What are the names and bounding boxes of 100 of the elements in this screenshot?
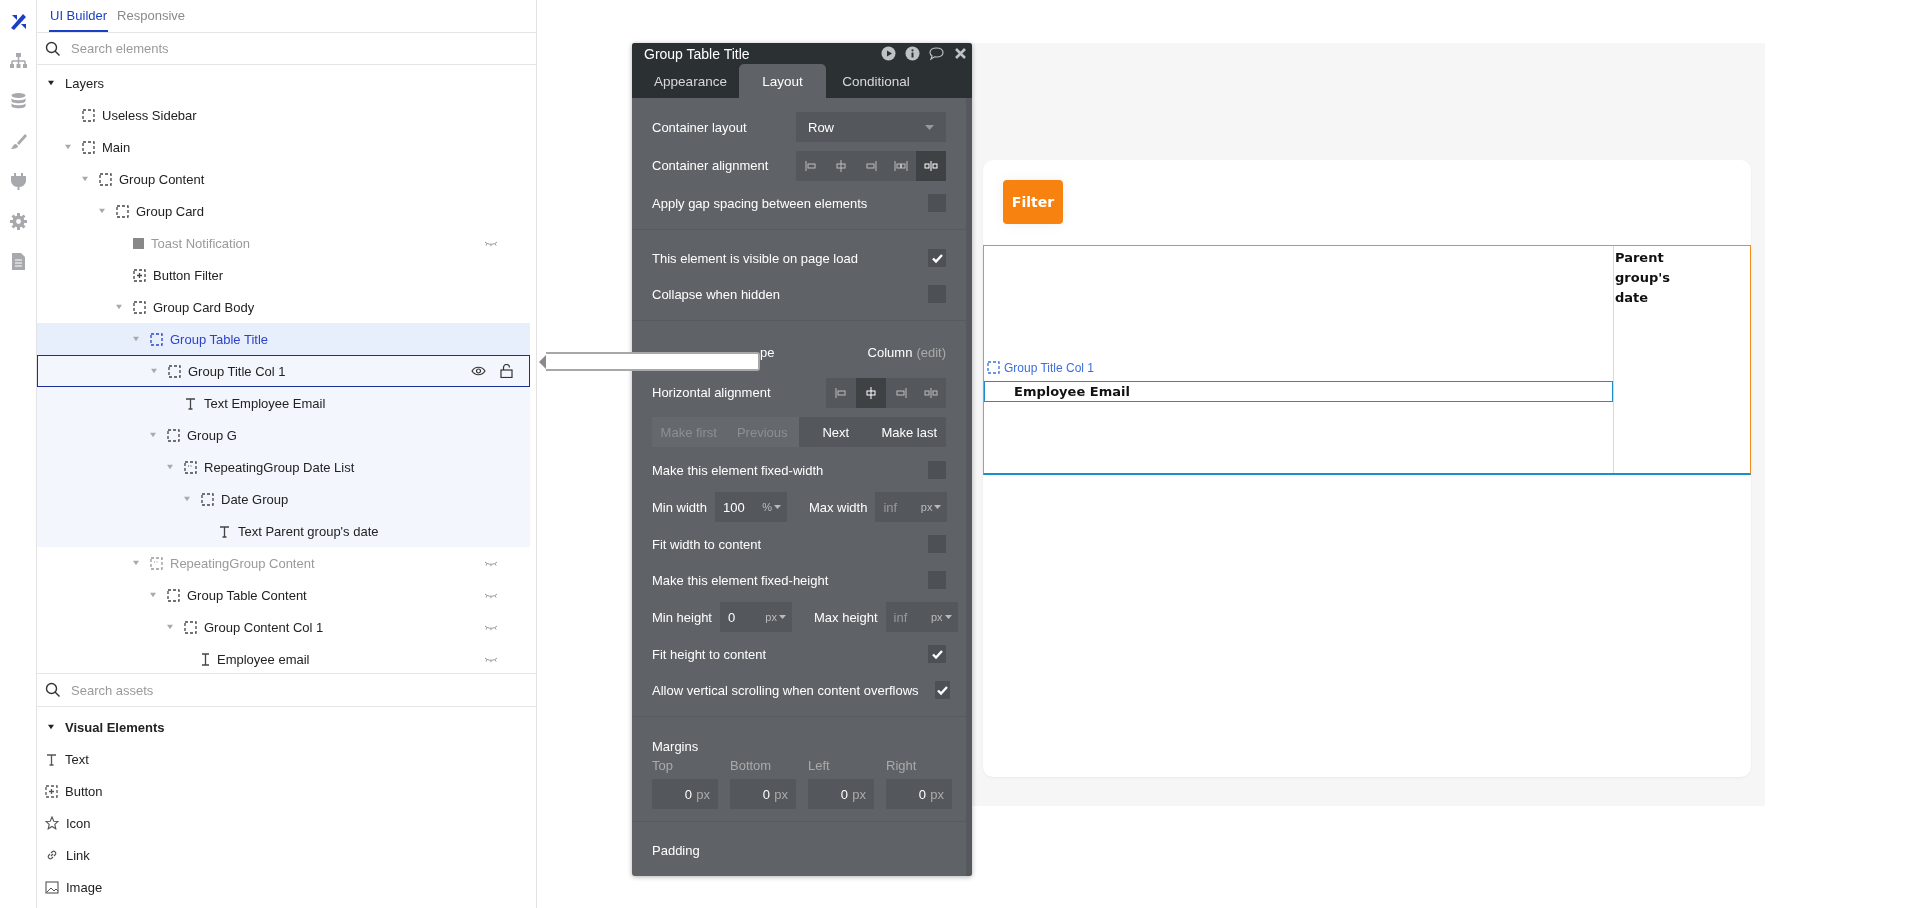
hierarchy-icon[interactable]	[8, 52, 28, 71]
checkbox[interactable]	[928, 249, 946, 267]
close-icon[interactable]	[953, 46, 968, 61]
editor-tab[interactable]: Appearance	[642, 64, 739, 98]
section-title: Padding	[652, 842, 700, 858]
unit-dropdown[interactable]: %	[762, 501, 781, 513]
checkbox-label: Fit height to content	[652, 646, 767, 662]
panel-tab[interactable]: UI Builder	[49, 0, 109, 32]
star-icon	[45, 816, 59, 830]
checkbox-label: Fit width to content	[652, 536, 762, 552]
search-icon	[45, 682, 61, 698]
layer-item[interactable]: Group Table Content	[37, 579, 530, 611]
layer-item[interactable]: Main	[37, 131, 530, 163]
text-cursor-icon	[201, 652, 210, 666]
eye-icon	[471, 366, 486, 376]
alignment-button[interactable]	[916, 150, 946, 181]
design-tools-icon[interactable]	[8, 12, 28, 31]
unit-dropdown[interactable]: px	[765, 611, 786, 623]
eye-closed-icon[interactable]	[484, 623, 498, 631]
layer-item[interactable]: Useless Sidebar	[37, 99, 530, 131]
image-icon	[45, 880, 59, 894]
checkbox[interactable]	[934, 681, 950, 699]
panel-title: Group Table Title	[644, 45, 751, 62]
alignment-icon	[894, 385, 908, 400]
play-icon[interactable]	[881, 46, 896, 61]
editor-tab[interactable]: Layout	[739, 64, 826, 98]
text-icon	[45, 752, 58, 766]
eye-closed-icon[interactable]	[484, 591, 498, 599]
layer-item[interactable]: Text Parent group's date	[37, 515, 530, 547]
layer-item[interactable]: Group Card Body	[37, 291, 530, 323]
unlocked-icon	[500, 364, 513, 378]
alignment-icon	[894, 158, 908, 173]
asset-item[interactable]: Text	[65, 751, 89, 767]
field-label: Bottom	[730, 758, 773, 773]
eye-closed-icon[interactable]	[484, 655, 498, 663]
checkbox[interactable]	[928, 645, 946, 663]
unit-label: px	[852, 787, 866, 802]
section-title: Layers	[65, 75, 105, 91]
panel-tab[interactable]: Responsive	[116, 0, 186, 32]
unit-label: px	[696, 787, 710, 802]
layer-item[interactable]: Button Filter	[37, 259, 530, 291]
eye-closed-icon[interactable]	[484, 559, 498, 567]
layer-item[interactable]: Employee email	[37, 643, 530, 673]
field-label: Max height	[814, 609, 878, 625]
checkbox-label: Allow vertical scrolling when content overflows	[652, 682, 919, 698]
field-label: Container layout	[652, 119, 747, 135]
repeating-group-icon	[184, 460, 197, 474]
layer-item[interactable]: Group G	[37, 419, 530, 451]
order-button[interactable]: Next	[799, 417, 873, 447]
checkbox-label: Collapse when hidden	[652, 286, 780, 302]
layer-item[interactable]: RepeatingGroup Date List	[37, 451, 530, 483]
table-header-group[interactable]: Group Title Col 1 Employee Email Parent group's date	[983, 245, 1751, 475]
eye-closed-icon[interactable]	[484, 239, 498, 247]
group-icon	[150, 332, 163, 346]
checkbox-label: Make this element fixed-height	[652, 572, 829, 588]
asset-item[interactable]: Button	[65, 783, 103, 799]
asset-item[interactable]: Icon	[66, 815, 91, 831]
repeating-group-icon	[150, 556, 163, 570]
triangle-icon[interactable]	[47, 724, 55, 730]
search-field[interactable]: Search assets	[69, 681, 536, 699]
editor-tab[interactable]: Conditional	[826, 64, 926, 98]
group-icon	[184, 620, 197, 634]
field-value: Column	[867, 344, 913, 360]
layer-item[interactable]: Text Employee Email	[37, 387, 530, 419]
layout-dropdown[interactable]: Row	[796, 112, 946, 142]
order-button[interactable]: Make last	[872, 417, 946, 447]
triangle-icon[interactable]	[47, 80, 55, 86]
plug-icon[interactable]	[8, 172, 28, 191]
search-field[interactable]: Search elements	[69, 40, 536, 57]
checkbox-label: This element is visible on page load	[652, 250, 858, 266]
field-label: Top	[652, 758, 674, 773]
asset-item[interactable]: Image	[66, 879, 103, 895]
alignment-button[interactable]	[856, 377, 886, 408]
brush-icon[interactable]	[8, 132, 28, 151]
info-icon[interactable]	[905, 46, 920, 61]
checkbox-label: Apply gap spacing between elements	[652, 195, 868, 211]
asset-item[interactable]: Link	[66, 847, 90, 863]
unit-dropdown[interactable]: px	[920, 501, 942, 513]
layer-item[interactable]: Date Group	[37, 483, 530, 515]
field-label: Container alignment	[652, 158, 769, 173]
group-icon	[116, 204, 129, 218]
layer-item[interactable]: Group Table Title	[37, 323, 530, 355]
group-icon	[133, 300, 146, 314]
selection-label: Group Title Col 1	[1004, 360, 1095, 375]
unit-dropdown[interactable]: px	[930, 611, 952, 623]
settings-icon[interactable]	[8, 212, 28, 231]
field-label: Min width	[652, 499, 707, 515]
alignment-icon	[804, 158, 818, 173]
button-icon	[45, 784, 58, 798]
text-icon	[218, 524, 231, 538]
alignment-icon	[864, 158, 878, 173]
layer-item[interactable]: Group Card	[37, 195, 530, 227]
caret-icon	[773, 505, 781, 509]
comment-icon[interactable]	[929, 46, 944, 61]
square-icon	[133, 237, 144, 249]
layer-item[interactable]: Group Content	[37, 163, 530, 195]
layer-item[interactable]: Group Title Col 1	[37, 355, 530, 387]
button-icon	[133, 268, 146, 282]
layer-item[interactable]: Group Content Col 1	[37, 611, 530, 643]
alignment-icon	[924, 385, 938, 400]
